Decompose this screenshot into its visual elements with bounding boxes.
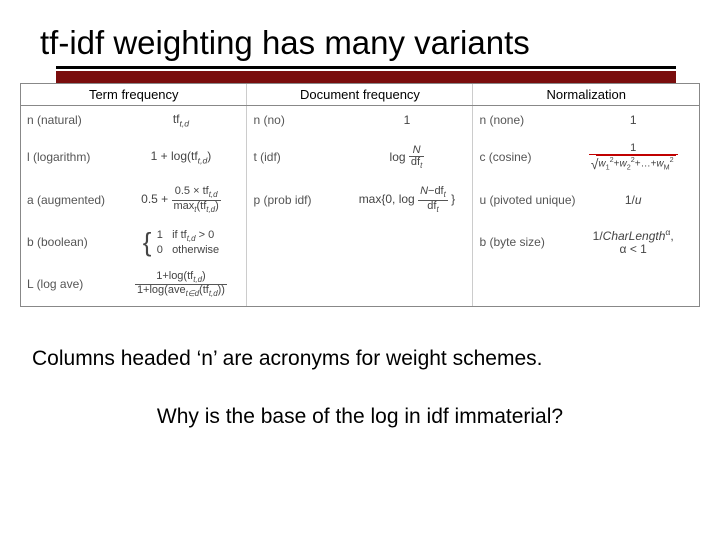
df-t-label: t (idf) <box>247 136 339 179</box>
tf-l-formula: 1 + log(tft,d) <box>113 136 247 179</box>
header-tf: Term frequency <box>21 84 247 106</box>
question-text: Why is the base of the log in idf immate… <box>20 405 700 429</box>
title-rule <box>56 66 700 83</box>
tf-n-formula: tft,d <box>113 106 247 136</box>
df-empty-5f <box>339 264 473 306</box>
tf-l-label: l (logarithm) <box>21 136 113 179</box>
header-norm: Normalization <box>473 84 699 106</box>
norm-n-formula: 1 <box>565 106 699 136</box>
norm-c-formula: 1 √w12+w22+…+wM2 <box>565 136 699 179</box>
norm-b-formula: 1/CharLengthα,α < 1 <box>565 221 699 263</box>
caption-text: Columns headed ‘n’ are acronyms for weig… <box>32 347 700 371</box>
df-p-formula: max{0, log N−dftdft } <box>339 179 473 221</box>
tf-a-label: a (augmented) <box>21 179 113 221</box>
slide-title: tf-idf weighting has many variants <box>40 24 700 62</box>
tf-b-label: b (boolean) <box>21 221 113 263</box>
slide: tf-idf weighting has many variants Term … <box>0 0 720 540</box>
norm-c-label: c (cosine) <box>473 136 565 179</box>
table-row: L (log ave) 1+log(tft,d) 1+log(avet∈d(tf… <box>21 264 699 306</box>
norm-n-label: n (none) <box>473 106 565 136</box>
norm-c-num: 1 <box>589 143 678 155</box>
norm-u-label: u (pivoted unique) <box>473 179 565 221</box>
tf-L-formula: 1+log(tft,d) 1+log(avet∈d(tft,d)) <box>113 264 247 306</box>
df-t-formula: log Ndft <box>339 136 473 179</box>
norm-empty-5 <box>473 264 565 306</box>
tf-n-label: n (natural) <box>21 106 113 136</box>
norm-b-label: b (byte size) <box>473 221 565 263</box>
tf-L-label: L (log ave) <box>21 264 113 306</box>
table-header-row: Term frequency Document frequency Normal… <box>21 84 699 106</box>
df-empty-5 <box>247 264 339 306</box>
norm-u-formula: 1/u <box>565 179 699 221</box>
tf-a-prefix: 0.5 + <box>141 192 168 206</box>
tf-b-formula: { 1 if tft,d > 0 0 otherwise <box>113 221 247 263</box>
tf-a-formula: 0.5 + 0.5 × tft,d maxt(tft,d) <box>113 179 247 221</box>
table-row: l (logarithm) 1 + log(tft,d) t (idf) log… <box>21 136 699 179</box>
df-p-label: p (prob idf) <box>247 179 339 221</box>
norm-empty-5f <box>565 264 699 306</box>
header-df: Document frequency <box>247 84 473 106</box>
df-empty-4 <box>247 221 339 263</box>
table-row: n (natural) tft,d n (no) 1 n (none) 1 <box>21 106 699 136</box>
table-row: a (augmented) 0.5 + 0.5 × tft,d maxt(tft… <box>21 179 699 221</box>
df-n-label: n (no) <box>247 106 339 136</box>
df-empty-4f <box>339 221 473 263</box>
df-n-formula: 1 <box>339 106 473 136</box>
variant-table: Term frequency Document frequency Normal… <box>20 83 700 307</box>
df-t-prefix: log <box>390 150 406 164</box>
table-row: b (boolean) { 1 if tft,d > 0 0 otherwise… <box>21 221 699 263</box>
